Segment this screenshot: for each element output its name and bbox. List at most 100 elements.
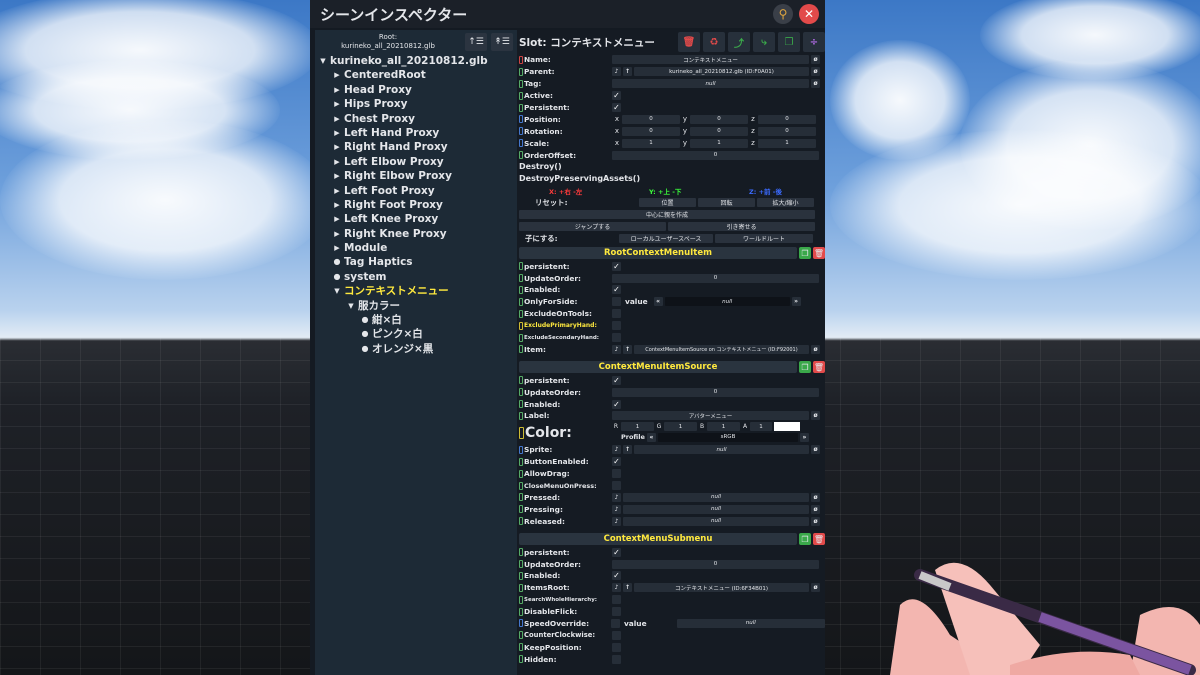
clear-icon[interactable]: ø (811, 67, 820, 77)
speed-override-field[interactable]: null (676, 618, 825, 628)
sprite-field[interactable]: null (634, 445, 809, 455)
collapse-arrow-icon[interactable]: ▶ (332, 112, 342, 126)
clear-icon[interactable]: ø (811, 492, 820, 502)
collapse-arrow-icon[interactable]: ▶ (332, 169, 342, 183)
only-for-side-value[interactable]: null (664, 297, 790, 307)
collapse-arrow-icon[interactable]: ▶ (332, 140, 342, 154)
counter-clockwise-checkbox[interactable] (612, 630, 621, 640)
persistent-checkbox[interactable]: ✓ (612, 375, 621, 385)
jump-icon[interactable]: ♪ (612, 445, 621, 455)
collapse-arrow-icon[interactable]: ▶ (332, 155, 342, 169)
prev-icon[interactable]: « (653, 297, 663, 307)
clear-icon[interactable]: ø (811, 55, 820, 65)
tree-node[interactable]: ▶ Right Elbow Proxy (315, 169, 517, 183)
a-field[interactable]: 1 (750, 422, 772, 432)
tree-node[interactable]: ▶ CenteredRoot (315, 68, 517, 82)
exclude-on-tools-checkbox[interactable] (612, 309, 621, 319)
name-field[interactable]: コンテキストメニュー (612, 55, 809, 65)
up-icon[interactable]: ↑ (623, 583, 632, 593)
destroy-action[interactable]: Destroy() (519, 162, 562, 171)
pull-button[interactable]: 引き寄せる (668, 221, 815, 231)
insert-parent-icon[interactable]: ⤴ (728, 32, 750, 52)
tree-node[interactable]: ▼ 服カラー (315, 299, 517, 313)
reset-scale-button[interactable]: 拡大/縮小 (757, 198, 814, 208)
jump-icon[interactable]: ♪ (612, 344, 621, 354)
destroy-row[interactable]: Destroy() (519, 161, 825, 173)
item-field[interactable]: ContextMenuItemSource on コンテキストメニュー (ID:… (634, 344, 809, 354)
allow-drag-checkbox[interactable] (612, 469, 621, 479)
color-swatch[interactable] (774, 422, 800, 432)
tag-field[interactable]: null (612, 79, 809, 89)
b-field[interactable]: 1 (707, 422, 740, 432)
r-field[interactable]: 1 (621, 422, 654, 432)
next-icon[interactable]: » (791, 297, 801, 307)
tree-node[interactable]: ▶ Left Elbow Proxy (315, 155, 517, 169)
destroy-slot-icon[interactable]: 🗑 (678, 32, 700, 52)
root-set-icon[interactable]: ↟☰ (491, 33, 513, 51)
collapse-arrow-icon[interactable]: ▶ (332, 241, 342, 255)
clear-icon[interactable]: ø (811, 79, 820, 89)
tree-node[interactable]: ● ピンク×白 (315, 327, 517, 341)
title-bar[interactable]: シーンインスペクター ⚲ ✕ (310, 0, 825, 28)
tree-node[interactable]: ▼ kurineko_all_20210812.glb (315, 54, 517, 68)
enabled-checkbox[interactable]: ✓ (612, 399, 621, 409)
scale-z[interactable]: 1 (758, 138, 816, 148)
released-field[interactable]: null (623, 516, 809, 526)
tree-node[interactable]: ▶ Chest Proxy (315, 112, 517, 126)
tree-node[interactable]: ● 紺×白 (315, 313, 517, 327)
collapse-arrow-icon[interactable]: ▶ (332, 212, 342, 226)
delete-component-icon[interactable]: 🗑 (813, 247, 825, 260)
close-on-press-checkbox[interactable] (612, 481, 621, 491)
up-icon[interactable]: ↑ (623, 445, 632, 455)
enabled-checkbox[interactable]: ✓ (612, 571, 621, 581)
jump-icon[interactable]: ♪ (612, 516, 621, 526)
speed-override-checkbox[interactable] (611, 618, 620, 628)
scale-x[interactable]: 1 (622, 138, 680, 148)
parent-field[interactable]: kurineko_all_20210812.glb (ID:F0A01) (634, 67, 809, 77)
jump-button[interactable]: ジャンプする (519, 221, 666, 231)
add-child-icon[interactable]: ⤷ (753, 32, 775, 52)
reset-position-button[interactable]: 位置 (639, 198, 696, 208)
delete-component-icon[interactable]: 🗑 (813, 361, 825, 374)
clear-icon[interactable]: ø (811, 516, 820, 526)
duplicate-component-icon[interactable]: ❐ (799, 361, 811, 374)
order-offset-field[interactable]: 0 (612, 150, 819, 160)
persistent-checkbox[interactable]: ✓ (612, 103, 621, 112)
collapse-arrow-icon[interactable]: ▶ (332, 83, 342, 97)
leaf-dot-icon[interactable]: ● (360, 313, 370, 327)
update-order-field[interactable]: 0 (612, 273, 819, 283)
exclude-primary-checkbox[interactable] (612, 321, 621, 331)
expand-arrow-icon[interactable]: ▼ (318, 54, 328, 68)
up-icon[interactable]: ↑ (623, 67, 632, 77)
tree-node[interactable]: ▶ Right Foot Proxy (315, 198, 517, 212)
persistent-checkbox[interactable]: ✓ (612, 261, 621, 271)
tree-node[interactable]: ▶ Left Knee Proxy (315, 212, 517, 226)
next-icon[interactable]: » (800, 432, 809, 442)
leaf-dot-icon[interactable]: ● (360, 342, 370, 356)
collapse-arrow-icon[interactable]: ▶ (332, 97, 342, 111)
items-root-field[interactable]: コンテキストメニュー (ID:6F34B01) (634, 583, 809, 593)
tree-node[interactable]: ● Tag Haptics (315, 255, 517, 269)
close-icon[interactable]: ✕ (799, 4, 819, 24)
keep-position-checkbox[interactable] (612, 642, 621, 652)
duplicate-slot-icon[interactable]: ❐ (778, 32, 800, 52)
pressed-field[interactable]: null (623, 492, 809, 502)
duplicate-component-icon[interactable]: ❐ (799, 247, 811, 260)
persistent-checkbox[interactable]: ✓ (612, 547, 621, 557)
disable-flick-checkbox[interactable] (612, 607, 621, 617)
rotation-x[interactable]: 0 (622, 126, 680, 136)
jump-icon[interactable]: ♪ (612, 583, 621, 593)
pressing-field[interactable]: null (623, 504, 809, 514)
tree-node[interactable]: ▶ Left Hand Proxy (315, 126, 517, 140)
tree-node[interactable]: ● オレンジ×黒 (315, 342, 517, 356)
update-order-field[interactable]: 0 (612, 387, 819, 397)
clear-icon[interactable]: ø (811, 344, 820, 354)
search-whole-checkbox[interactable] (612, 595, 621, 605)
collapse-arrow-icon[interactable]: ▶ (332, 227, 342, 241)
scale-y[interactable]: 1 (690, 138, 748, 148)
enabled-checkbox[interactable]: ✓ (612, 285, 621, 295)
collapse-arrow-icon[interactable]: ▶ (332, 68, 342, 82)
world-root-button[interactable]: ワールドルート (715, 233, 813, 243)
expand-arrow-icon[interactable]: ▼ (346, 299, 356, 313)
collapse-arrow-icon[interactable]: ▶ (332, 126, 342, 140)
